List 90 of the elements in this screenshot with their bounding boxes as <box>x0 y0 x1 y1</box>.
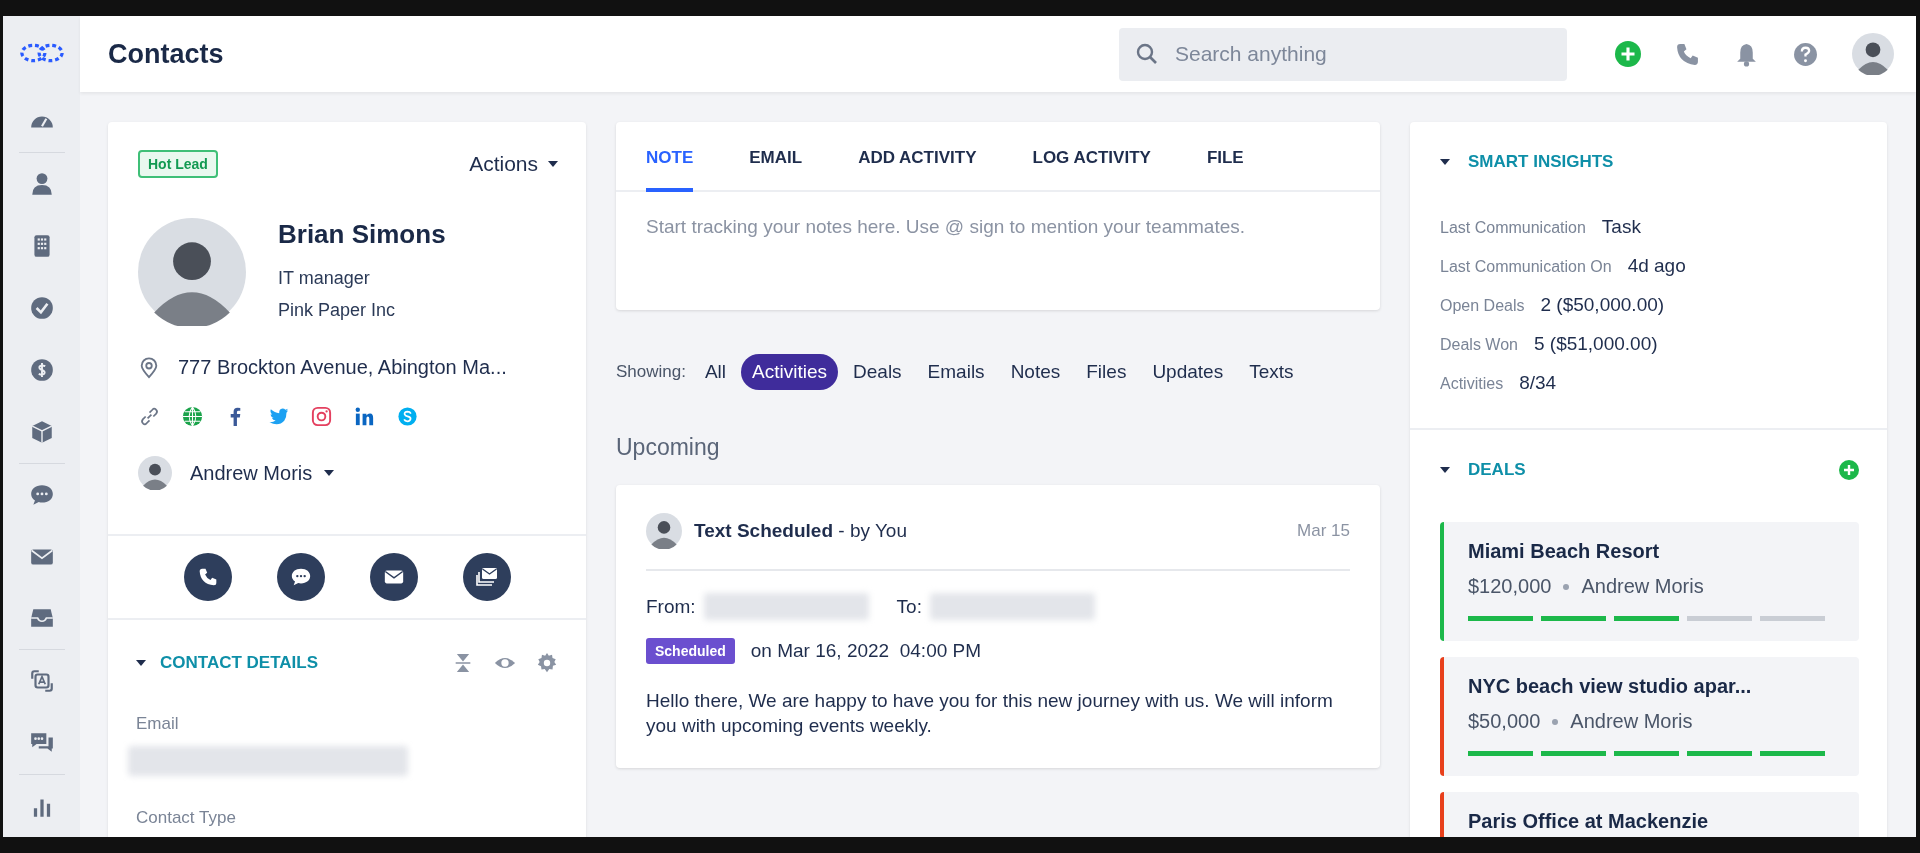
insight-label: Last Communication On <box>1440 258 1612 276</box>
phone-icon[interactable] <box>1675 41 1700 67</box>
linkedin-icon[interactable] <box>353 405 376 428</box>
deal-card[interactable]: NYC beach view studio apar... $50,000 Andrew Moris <box>1440 657 1859 776</box>
insight-value: 2 ($50,000.00) <box>1540 294 1665 316</box>
lead-tag: Hot Lead <box>138 150 218 178</box>
deal-owner: Andrew Moris <box>1570 710 1693 733</box>
deal-amount: $50,000 <box>1468 710 1541 733</box>
deal-card[interactable]: Paris Office at Mackenzie <box>1440 792 1859 837</box>
deal-card[interactable]: Miami Beach Resort $120,000 Andrew Moris <box>1440 522 1859 641</box>
owner-avatar <box>138 456 172 490</box>
check-icon[interactable] <box>28 295 55 322</box>
insight-label: Open Deals <box>1440 297 1525 315</box>
caret-icon <box>1440 467 1450 473</box>
owner-dropdown[interactable]: Andrew Moris <box>190 461 335 485</box>
insight-value: 5 ($51,000.00) <box>1533 333 1658 355</box>
composer-tab[interactable]: FILE <box>1206 122 1244 192</box>
deal-name: NYC beach view studio apar... <box>1468 675 1753 698</box>
composer-tab[interactable]: ADD ACTIVITY <box>858 122 977 192</box>
add-icon[interactable] <box>1839 460 1859 480</box>
insight-value: 4d ago <box>1627 255 1686 277</box>
filter-chip[interactable]: All <box>693 354 738 390</box>
deal-name: Paris Office at Mackenzie <box>1468 810 1710 833</box>
insight-value: Task <box>1601 216 1641 238</box>
globe-icon[interactable] <box>181 405 204 428</box>
user-avatar <box>1852 33 1894 75</box>
location-icon <box>138 356 160 379</box>
filter-chip[interactable]: Updates <box>1141 354 1235 390</box>
section-heading: Upcoming <box>616 434 721 461</box>
help-icon[interactable] <box>1793 41 1818 67</box>
field-label: Email <box>136 714 180 734</box>
filter-label: Showing: <box>616 362 686 382</box>
page-title: Contacts <box>108 38 225 70</box>
note-composer[interactable]: NOTE EMAIL ADD ACTIVITY LOG ACTIVITY FILE Start tracking your notes here. Use @ sign to mention your teammates. <box>616 122 1380 310</box>
skype-icon[interactable] <box>396 405 419 428</box>
link-icon[interactable] <box>138 405 161 428</box>
actions-dropdown[interactable]: Actions <box>469 152 558 176</box>
caret-icon <box>324 470 335 476</box>
contact-name: Brian Simons <box>278 218 446 250</box>
settings-icon[interactable] <box>536 652 558 674</box>
avatar <box>646 513 682 549</box>
message-text: Hello there, We are happy to have you for this new journey with us. We will inform you with upcoming events weekly. <box>646 689 1334 738</box>
deal-amount: $120,000 <box>1468 575 1552 598</box>
filter-chip[interactable]: Activities <box>741 354 839 390</box>
note-field[interactable]: Start tracking your notes here. Use @ sign to mention your teammates. <box>616 192 1380 310</box>
from-label: From: <box>646 595 696 618</box>
to-label: To: <box>896 595 922 618</box>
job-title: IT manager <box>278 266 371 290</box>
filter-chip[interactable]: Texts <box>1238 354 1305 390</box>
translate-icon[interactable] <box>28 668 55 695</box>
field-label: Contact Type <box>136 808 237 828</box>
filter-chip[interactable]: Emails <box>916 354 996 390</box>
bell-icon[interactable] <box>1734 41 1759 67</box>
instagram-icon[interactable] <box>310 405 333 428</box>
caret-icon <box>136 660 146 666</box>
search-icon <box>1135 42 1159 66</box>
call-button[interactable] <box>183 553 232 601</box>
composer-tab[interactable]: EMAIL <box>749 122 803 192</box>
insight-label: Last Communication <box>1440 219 1586 237</box>
schedule-time: on Mar 16, 2022 04:00 PM <box>750 640 982 662</box>
message-button[interactable] <box>276 553 325 601</box>
filter-chip[interactable]: Notes <box>999 354 1072 390</box>
section-title: CONTACT DETAILS <box>160 653 320 673</box>
insight-label: Deals Won <box>1440 336 1518 354</box>
deal-name: Miami Beach Resort <box>1468 540 1661 563</box>
activity-date: Mar 15 <box>1297 521 1350 541</box>
section-title: DEALS <box>1468 460 1527 480</box>
dollar-icon[interactable] <box>28 357 55 383</box>
add-icon[interactable] <box>1615 41 1641 67</box>
phone-icon <box>197 567 218 587</box>
search-field[interactable]: Search anything <box>1119 27 1567 81</box>
company-name: Pink Paper Inc <box>278 298 397 322</box>
chat-icon <box>289 566 312 588</box>
address-text: 777 Brockton Avenue, Abington Ma... <box>178 356 507 379</box>
bulk-email-button[interactable] <box>462 553 511 601</box>
filter-chip[interactable]: Files <box>1075 354 1138 390</box>
caret-icon <box>548 161 558 167</box>
mail-stack-icon <box>474 565 499 589</box>
email-button[interactable] <box>369 553 418 601</box>
deal-owner: Andrew Moris <box>1581 575 1704 598</box>
composer-tab[interactable]: NOTE <box>646 122 694 192</box>
composer-tab[interactable]: LOG ACTIVITY <box>1032 122 1151 192</box>
search-input[interactable]: Search anything <box>1173 41 1551 67</box>
section-title: SMART INSIGHTS <box>1468 152 1615 172</box>
activity-title: Text Scheduled - by You <box>694 520 908 542</box>
insight-label: Activities <box>1440 375 1504 393</box>
insight-value: 8/34 <box>1519 372 1557 394</box>
status-badge: Scheduled <box>646 638 735 664</box>
caret-icon <box>1440 159 1450 165</box>
filter-chip[interactable]: Deals <box>842 354 913 390</box>
